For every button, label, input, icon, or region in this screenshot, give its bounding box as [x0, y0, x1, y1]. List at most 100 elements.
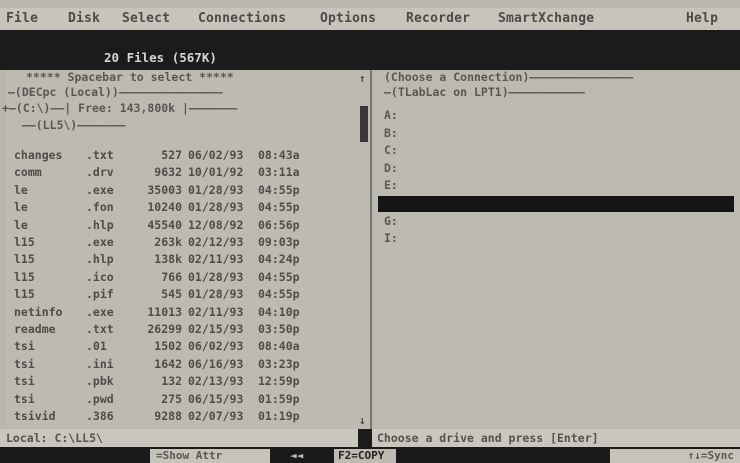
status-separator: [358, 429, 372, 447]
file-time: 04:24p: [258, 252, 300, 267]
file-time: 03:50p: [258, 322, 300, 336]
file-ext: .hlp: [86, 252, 114, 267]
menu-recorder[interactable]: Recorder: [406, 11, 470, 26]
file-row[interactable]: le .fon 10240 01/28/93 04:55p: [14, 200, 354, 215]
file-time: 04:55p: [258, 200, 300, 215]
show-attr-key[interactable]: =Show Attr: [150, 449, 270, 463]
file-ext: .ico: [86, 269, 114, 284]
file-ext: .txt: [86, 148, 114, 162]
file-name: comm: [14, 165, 42, 180]
file-ext: .ini: [86, 356, 114, 371]
file-date: 01/28/93: [188, 182, 244, 197]
connection-printer: —(TLabLac on LPT1)———————————: [384, 85, 585, 99]
menu-smartxchange[interactable]: SmartXchange: [498, 11, 594, 26]
file-name: readme: [14, 322, 56, 336]
drive-item[interactable]: C:: [384, 143, 398, 157]
file-ext: .386: [86, 409, 114, 423]
function-key-bar: =Show Attr ◄◄ F2=COPY ↑↓=Sync: [0, 447, 740, 463]
menu-disk[interactable]: Disk: [68, 11, 100, 26]
file-ext: .txt: [86, 322, 114, 336]
file-name: le: [14, 200, 28, 215]
file-size: 138k: [154, 252, 182, 267]
file-row[interactable]: comm .drv 9632 10/01/92 03:11a: [14, 165, 354, 180]
file-size: 26299: [147, 322, 182, 336]
scroll-thumb[interactable]: [360, 106, 368, 142]
drive-item[interactable]: E:: [384, 178, 398, 192]
file-date: 02/12/93: [188, 235, 244, 249]
file-ext: .fon: [86, 200, 114, 215]
status-bar: Local: C:\LL5\ Choose a drive and press …: [0, 429, 740, 447]
file-size: 132: [161, 374, 182, 389]
tree-folder[interactable]: ——(LL5\)———————: [8, 118, 126, 132]
file-size: 35003: [147, 182, 182, 197]
file-row[interactable]: l15 .hlp 138k 02/11/93 04:24p: [14, 252, 354, 267]
file-date: 02/11/93: [188, 252, 244, 267]
file-time: 08:40a: [258, 339, 300, 354]
file-row[interactable]: l15 .ico 766 01/28/93 04:55p: [14, 270, 354, 285]
file-name: tsi: [14, 374, 35, 389]
file-time: 03:11a: [258, 165, 300, 180]
menu-file[interactable]: File: [6, 11, 38, 26]
file-size: 766: [161, 269, 182, 284]
file-name: changes: [14, 148, 63, 162]
tree-drive[interactable]: +—(C:\)——| Free: 143,800k |———————: [2, 101, 237, 115]
pane-header: ***** Spacebar to select *****: [26, 70, 234, 84]
drive-item[interactable]: I:: [384, 231, 398, 245]
file-name: tsivid: [14, 409, 56, 423]
file-row[interactable]: l15 .pif 545 01/28/93 04:55p: [14, 287, 354, 302]
file-date: 01/28/93: [188, 287, 244, 302]
file-time: 12:59p: [258, 374, 300, 389]
drive-item[interactable]: G:: [384, 214, 398, 228]
file-date: 06/02/93: [188, 148, 244, 162]
file-row[interactable]: readme .txt 26299 02/15/93 03:50p: [14, 322, 354, 337]
file-ext: .exe: [86, 304, 114, 319]
file-date: 01/28/93: [188, 269, 244, 284]
file-time: 01:59p: [258, 391, 300, 406]
file-date: 02/07/93: [188, 409, 244, 423]
file-count: 20 Files (567K): [104, 50, 217, 65]
file-row[interactable]: netinfo .exe 11013 02/11/93 04:10p: [14, 305, 354, 320]
file-ext: .pif: [86, 287, 114, 302]
drive-item[interactable]: B:: [384, 126, 398, 140]
file-size: 9288: [154, 409, 182, 423]
file-row[interactable]: changes .txt 527 06/02/93 08:43a: [14, 148, 354, 163]
scroll-down-icon[interactable]: ↓: [359, 414, 366, 427]
file-name: l15: [14, 252, 35, 267]
tree-computer[interactable]: —(DECpc (Local))———————————————: [8, 85, 223, 99]
file-name: l15: [14, 235, 35, 249]
file-size: 9632: [154, 165, 182, 180]
connection-header: (Choose a Connection)———————————————: [384, 70, 634, 84]
drive-item[interactable]: A:: [384, 108, 398, 122]
file-size: 45540: [147, 217, 182, 232]
file-size: 1502: [154, 339, 182, 354]
file-row[interactable]: le .exe 35003 01/28/93 04:55p: [14, 183, 354, 198]
arrows-icon[interactable]: ◄◄: [290, 449, 303, 462]
sync-key[interactable]: ↑↓=Sync: [610, 449, 740, 463]
menu-help[interactable]: Help: [686, 11, 718, 26]
file-time: 04:55p: [258, 287, 300, 302]
scrollbar[interactable]: ↑ ↓: [358, 72, 368, 427]
scroll-up-icon[interactable]: ↑: [359, 72, 366, 85]
file-row[interactable]: tsivid .386 9288 02/07/93 01:19p: [14, 409, 354, 424]
file-name: l15: [14, 287, 35, 302]
file-ext: .pbk: [86, 374, 114, 389]
file-date: 02/15/93: [188, 322, 244, 336]
local-file-pane: ***** Spacebar to select ***** —(DECpc (…: [2, 70, 372, 429]
menu-connections[interactable]: Connections: [198, 11, 286, 26]
file-size: 275: [161, 391, 182, 406]
file-row[interactable]: l15 .exe 263k 02/12/93 09:03p: [14, 235, 354, 250]
menu-select[interactable]: Select: [122, 11, 170, 26]
drive-item[interactable]: D:: [384, 161, 398, 175]
file-row[interactable]: tsi .ini 1642 06/16/93 03:23p: [14, 357, 354, 372]
file-size: 11013: [147, 304, 182, 319]
copy-key[interactable]: F2=COPY: [334, 449, 396, 463]
file-row[interactable]: le .hlp 45540 12/08/92 06:56p: [14, 218, 354, 233]
file-row[interactable]: tsi .pwd 275 06/15/93 01:59p: [14, 392, 354, 407]
file-row[interactable]: tsi .pbk 132 02/13/93 12:59p: [14, 374, 354, 389]
menu-options[interactable]: Options: [320, 11, 376, 26]
file-date: 06/02/93: [188, 339, 244, 354]
file-name: netinfo: [14, 304, 63, 319]
file-row[interactable]: tsi .01 1502 06/02/93 08:40a: [14, 339, 354, 354]
file-size: 10240: [147, 200, 182, 215]
drive-item[interactable]: F:: [384, 196, 398, 210]
